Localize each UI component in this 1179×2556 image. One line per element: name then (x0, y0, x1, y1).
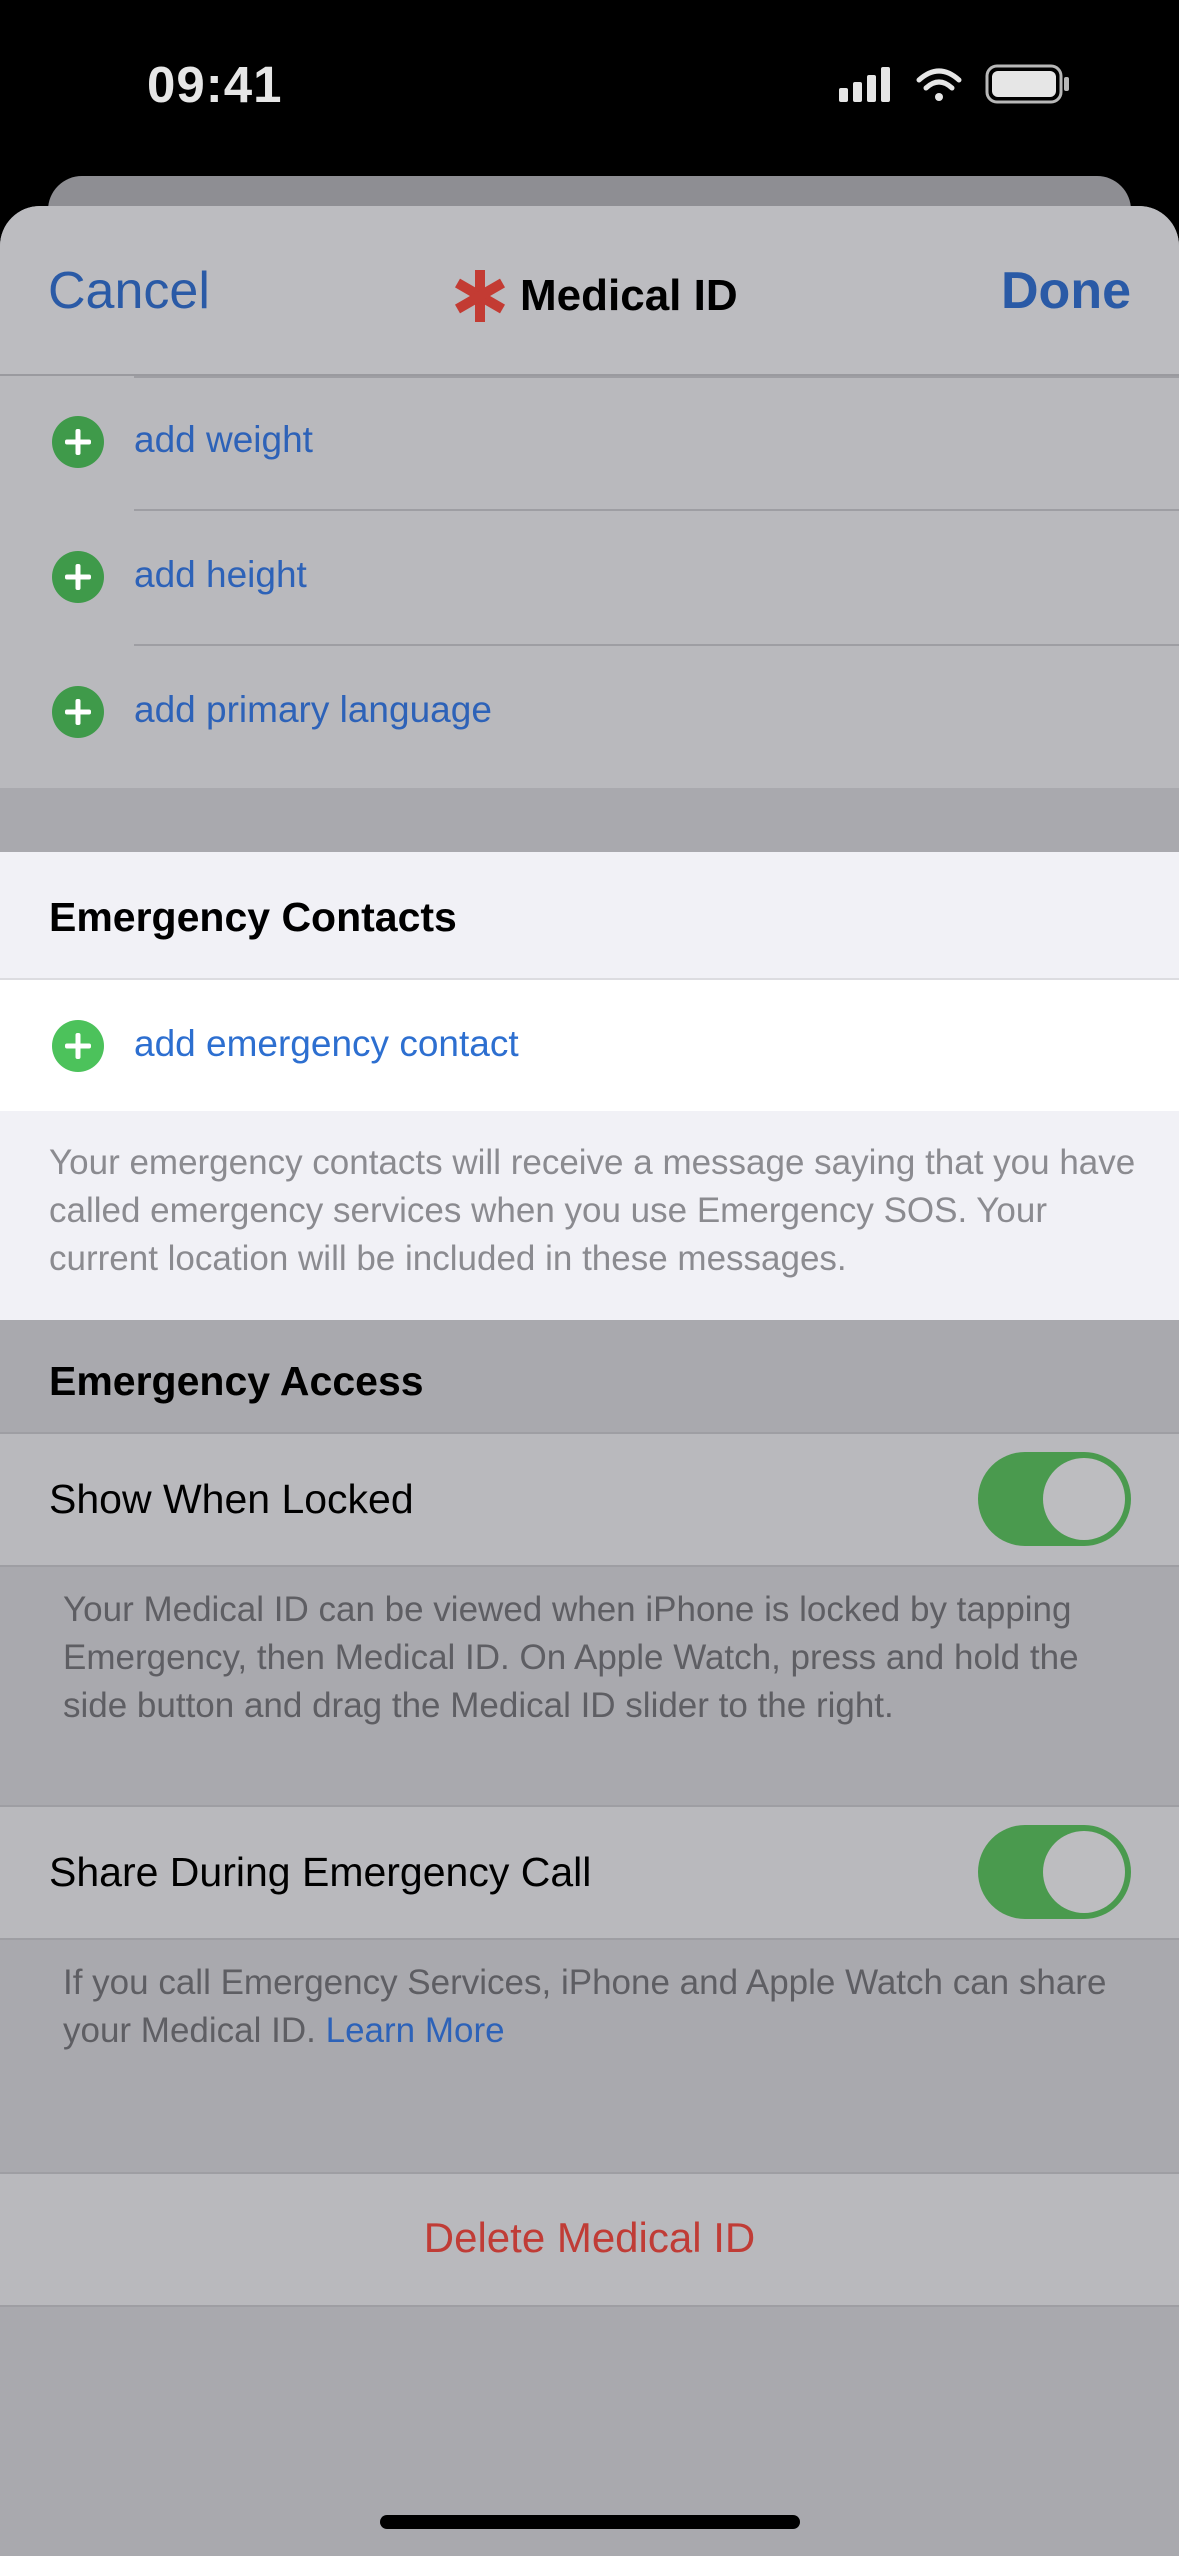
add-height-label: add height (134, 554, 307, 595)
medical-id-sheet: Cancel Medical ID Done add weight add he… (0, 206, 1179, 2556)
share-during-call-label: Share During Emergency Call (49, 1849, 592, 1895)
show-when-locked-toggle[interactable] (978, 1452, 1131, 1546)
emergency-contacts-footer: Your emergency contacts will receive a m… (0, 1111, 1179, 1320)
nav-title-group: Medical ID (450, 261, 738, 331)
add-circle-icon (52, 551, 104, 603)
status-icons (839, 64, 1069, 104)
delete-medical-id-label: Delete Medical ID (423, 2214, 756, 2261)
status-time: 09:41 (147, 56, 283, 113)
section-title: Emergency Access (49, 1358, 424, 1404)
show-when-locked-row: Show When Locked (0, 1432, 1179, 1567)
add-primary-language-row[interactable]: add primary language (0, 646, 1179, 779)
learn-more-link[interactable]: Learn More (326, 2011, 505, 2050)
toggle-knob (1043, 1831, 1125, 1913)
add-emergency-contact-row[interactable]: add emergency contact (0, 978, 1179, 1113)
delete-medical-id-button[interactable]: Delete Medical ID (0, 2172, 1179, 2307)
medical-asterisk-icon (454, 270, 506, 322)
footer-text: Your emergency contacts will receive a m… (49, 1143, 1136, 1278)
add-emergency-contact-label: add emergency contact (134, 1023, 519, 1064)
cellular-signal-icon (839, 67, 890, 102)
navigation-bar: Cancel Medical ID Done (0, 206, 1179, 376)
toggle-knob (1043, 1458, 1125, 1540)
share-during-call-footnote: If you call Emergency Services, iPhone a… (63, 1959, 1123, 2055)
share-during-call-row: Share During Emergency Call (0, 1805, 1179, 1940)
add-weight-row[interactable]: add weight (0, 376, 1179, 509)
battery-icon (985, 64, 1069, 104)
page-title: Medical ID (520, 271, 738, 320)
share-footnote-text: If you call Emergency Services, iPhone a… (63, 1963, 1107, 2050)
add-height-row[interactable]: add height (0, 511, 1179, 644)
show-when-locked-label: Show When Locked (49, 1476, 414, 1522)
share-during-call-toggle[interactable] (978, 1825, 1131, 1919)
emergency-contacts-header: Emergency Contacts (0, 852, 1179, 978)
add-circle-icon (52, 1020, 104, 1072)
add-circle-icon (52, 416, 104, 468)
cancel-button[interactable]: Cancel (48, 261, 210, 321)
show-when-locked-footnote: Your Medical ID can be viewed when iPhon… (63, 1590, 1079, 1725)
wifi-icon (916, 68, 962, 101)
emergency-access-header: Emergency Access (0, 1320, 1179, 1440)
add-primary-language-label: add primary language (134, 689, 492, 730)
status-bar: 09:41 (0, 0, 1179, 170)
section-title: Emergency Contacts (49, 894, 457, 940)
add-circle-icon (52, 686, 104, 738)
home-indicator (380, 2515, 800, 2529)
add-details-group: add weight add height add primary langua… (0, 376, 1179, 788)
done-button[interactable]: Done (1001, 261, 1131, 321)
add-weight-label: add weight (134, 419, 313, 460)
